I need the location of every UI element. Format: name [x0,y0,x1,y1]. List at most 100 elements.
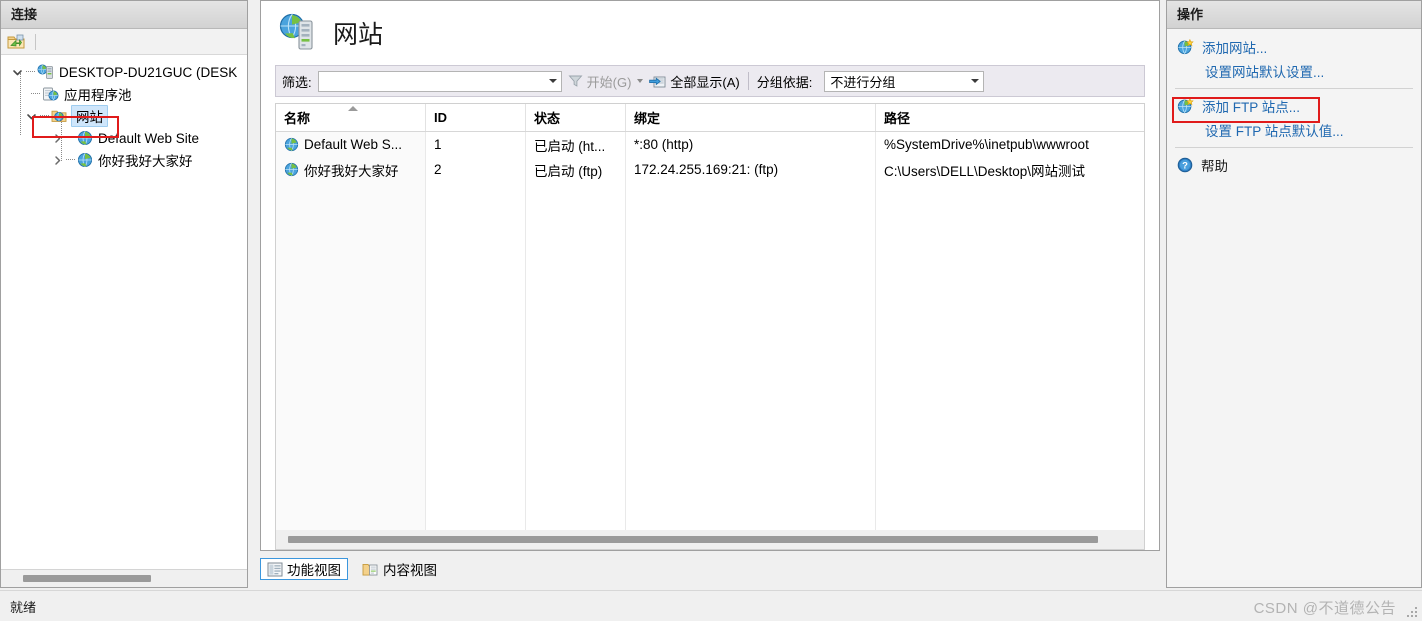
connections-horizontal-scrollbar[interactable] [1,569,247,587]
tree-item-default-web-site[interactable]: Default Web Site [1,127,247,149]
grid-horizontal-scrollbar[interactable] [275,530,1145,550]
grid-body: Default Web S... 你好我好大家好 1 2 已启动 (ht... … [276,132,1144,530]
grid-column-status: 已启动 (ht... 已启动 (ftp) [526,132,626,530]
chevron-down-icon[interactable] [545,79,561,83]
grid-column-id: 1 2 [426,132,526,530]
cell-binding: *:80 (http) [634,137,694,152]
action-add-ftp-site[interactable]: 添加 FTP 站点... [1167,94,1421,118]
cell-id: 2 [434,162,442,177]
add-globe-icon [1177,38,1194,55]
action-label: 添加网站... [1202,41,1268,56]
scrollbar-thumb[interactable] [23,575,151,582]
column-header-name[interactable]: 名称 [276,104,426,131]
action-ftp-site-defaults[interactable]: 设置 FTP 站点默认值... [1167,118,1421,142]
tree-connector-dots [66,137,75,139]
tree-connector-line [20,73,21,135]
column-header-binding[interactable]: 绑定 [626,104,876,131]
connect-folder-icon[interactable] [7,34,25,50]
cell-path: %SystemDrive%\inetpub\wwwroot [884,137,1089,152]
funnel-icon [568,74,583,88]
toolbar-separator [747,72,749,90]
tree-item-label: DESKTOP-DU21GUC (DESK [59,64,238,80]
sites-server-icon [277,13,317,53]
column-header-path[interactable]: 路径 [876,104,1144,131]
resize-grip-icon[interactable] [1404,604,1418,618]
features-view-icon [267,562,283,577]
cell-binding: 172.24.255.169:21: (ftp) [634,162,779,177]
cell-id: 1 [434,137,442,152]
grid-column-name: Default Web S... 你好我好大家好 [276,132,426,530]
toolbar-separator [35,33,36,50]
connections-tree[interactable]: DESKTOP-DU21GUC (DESK 应用程序池 网站 Default W… [1,55,247,569]
content-view-icon [362,562,379,577]
chevron-down-icon[interactable] [967,79,983,83]
connections-panel: 连接 DESKTOP-DU21GUC (DESK 应用程序池 网站 Defaul… [0,0,248,588]
status-bar: 就绪 [0,590,1422,621]
tree-item-label: 网站 [71,105,108,127]
chevron-down-icon[interactable] [11,66,24,79]
filter-go-label: 开始(G) [586,74,632,90]
tree-connector-dots [40,115,49,117]
cell-name: 你好我好大家好 [304,163,399,179]
tab-content-view[interactable]: 内容视图 [356,558,443,580]
filter-go-button[interactable]: 开始(G) [568,72,644,91]
column-header-label: 路径 [884,111,911,126]
action-site-defaults[interactable]: 设置网站默认设置... [1167,59,1421,83]
watermark-text: CSDN @不道德公告 [1253,600,1396,617]
chevron-down-icon[interactable] [25,110,38,123]
connections-toolbar [1,29,247,55]
chevron-down-icon [637,79,644,83]
view-mode-tabs: 功能视图 内容视图 [260,556,1160,582]
app-pools-icon [42,86,59,102]
tree-item-app-pools[interactable]: 应用程序池 [1,83,247,105]
main-content-panel: 网站 筛选: 开始(G) 全部显示(A) 分组依据: 不进行分组 名称 ID 状… [260,0,1160,551]
table-row[interactable]: Default Web S... [276,132,425,157]
column-header-label: 绑定 [634,111,661,126]
action-help[interactable]: ? 帮助 [1167,153,1421,177]
tree-connector-dots [26,71,35,73]
actions-separator [1175,147,1413,148]
sites-grid: 名称 ID 状态 绑定 路径 Default Web S... 你好我好大家好 … [275,103,1145,530]
tree-connector-line [61,117,62,161]
tree-item-nihao-site[interactable]: 你好我好大家好 [1,149,247,171]
filter-input[interactable] [317,70,562,92]
sort-ascending-icon [348,106,358,111]
table-row[interactable]: 你好我好大家好 [276,157,425,182]
tree-item-server[interactable]: DESKTOP-DU21GUC (DESK [1,61,247,83]
tab-features-view[interactable]: 功能视图 [260,558,348,580]
cell-status: 已启动 (ht... [534,138,606,154]
cell-status: 已启动 (ftp) [534,163,603,179]
column-header-id[interactable]: ID [426,104,526,131]
column-header-status[interactable]: 状态 [526,104,626,131]
group-by-select[interactable]: 不进行分组 [824,70,985,92]
left-splitter[interactable] [248,0,260,588]
show-all-icon [649,74,666,89]
cell-path: C:\Users\DELL\Desktop\网站测试 [884,163,1086,179]
action-add-website[interactable]: 添加网站... [1167,35,1421,59]
actions-list: 添加网站... 设置网站默认设置... 添加 FTP 站点... 设置 FTP … [1167,29,1421,177]
show-all-button[interactable]: 全部显示(A) [649,72,740,91]
show-all-label: 全部显示(A) [670,74,740,90]
chevron-right-icon[interactable] [51,132,64,145]
globe-icon [284,137,299,152]
cell-name: Default Web S... [304,137,403,152]
column-header-label: ID [434,110,447,125]
group-by-value: 不进行分组 [830,74,896,90]
tree-item-label: 你好我好大家好 [98,154,193,169]
help-icon: ? [1177,157,1193,173]
actions-panel-title: 操作 [1167,1,1421,29]
grid-column-binding: *:80 (http) 172.24.255.169:21: (ftp) [626,132,876,530]
tree-item-label: Default Web Site [98,130,200,146]
sites-folder-icon [51,108,68,124]
connections-panel-title: 连接 [1,1,247,29]
tree-item-sites[interactable]: 网站 [1,105,247,127]
chevron-right-icon[interactable] [51,154,64,167]
grid-header-row: 名称 ID 状态 绑定 路径 [276,104,1144,132]
tab-label: 功能视图 [287,563,341,578]
filter-label: 筛选: [282,74,312,90]
scrollbar-thumb[interactable] [288,536,1098,543]
group-by-label: 分组依据: [756,74,813,90]
tree-item-label: 应用程序池 [64,88,132,103]
page-title: 网站 [333,21,384,49]
globe-icon [284,162,299,177]
